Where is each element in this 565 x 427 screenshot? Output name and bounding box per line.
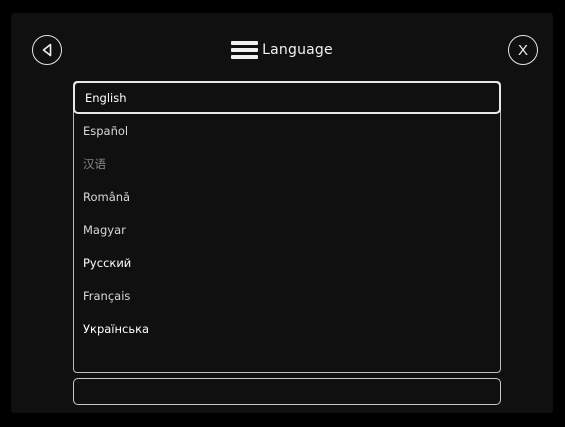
language-list[interactable]: English Español 汉语 Română Magyar Русский… xyxy=(73,81,501,373)
language-screen: Language X English Español 汉语 Română Mag… xyxy=(11,13,553,413)
page-title: Language xyxy=(262,42,333,58)
footer-input[interactable] xyxy=(73,378,501,405)
close-button[interactable]: X xyxy=(508,35,538,65)
language-item-hungarian[interactable]: Magyar xyxy=(74,214,500,245)
language-item-russian[interactable]: Русский xyxy=(74,247,500,278)
close-icon: X xyxy=(517,41,528,59)
menu-icon xyxy=(231,41,259,59)
language-item-romanian[interactable]: Română xyxy=(74,181,500,212)
language-item-english[interactable]: English xyxy=(73,81,501,114)
header-title-bar: Language xyxy=(11,37,553,63)
language-item-chinese[interactable]: 汉语 xyxy=(74,148,500,179)
language-item-french[interactable]: Français xyxy=(74,280,500,311)
language-item-espanol[interactable]: Español xyxy=(74,115,500,146)
language-item-ukrainian[interactable]: Українська xyxy=(74,313,500,344)
